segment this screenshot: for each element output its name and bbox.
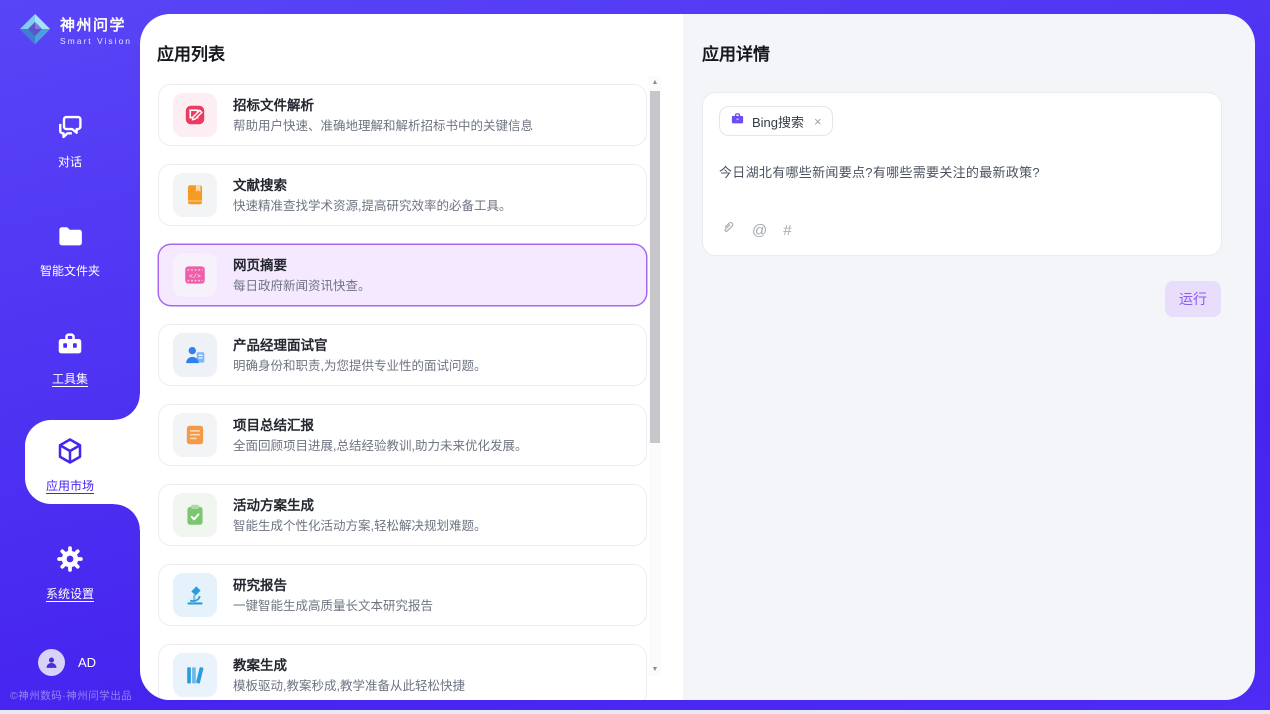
sidebar-item-app-market[interactable]: 应用市场 — [0, 436, 140, 494]
app-card-literature-search[interactable]: 文献搜索 快速精准查找学术资源,提高研究效率的必备工具。 — [158, 164, 647, 226]
app-name: 活动方案生成 — [233, 496, 486, 515]
logo-title: 神州问学 — [60, 17, 132, 34]
app-card-activity-plan[interactable]: 活动方案生成 智能生成个性化活动方案,轻松解决规划难题。 — [158, 484, 647, 546]
app-name: 网页摘要 — [233, 256, 371, 275]
avatar — [38, 649, 65, 676]
app-detail-panel: 应用详情 Bing搜索 × 今日湖北有哪些新闻要点?有哪些需要关注的最新政策? — [683, 14, 1255, 700]
browser-code-icon: </> — [173, 253, 217, 297]
app-description: 智能生成个性化活动方案,轻松解决规划难题。 — [233, 517, 486, 535]
scroll-down-icon[interactable]: ▼ — [649, 666, 661, 673]
app-description: 明确身份和职责,为您提供专业性的面试问题。 — [233, 357, 486, 375]
app-card-pm-interviewer[interactable]: 产品经理面试官 明确身份和职责,为您提供专业性的面试问题。 — [158, 324, 647, 386]
user-initials: AD — [78, 655, 96, 670]
copyright-footer: ©神州数码·神州问学出品 — [10, 688, 132, 703]
app-list: 招标文件解析 帮助用户快速、准确地理解和解析招标书中的关键信息 文献搜索 快速精… — [158, 84, 647, 700]
input-toolbar: @ # — [720, 219, 792, 242]
app-description: 每日政府新闻资讯快查。 — [233, 277, 371, 295]
briefcase-icon — [730, 111, 745, 131]
sidebar-item-label: 系统设置 — [46, 585, 94, 602]
app-card-bid-parsing[interactable]: 招标文件解析 帮助用户快速、准确地理解和解析招标书中的关键信息 — [158, 84, 647, 146]
microscope-icon — [173, 573, 217, 617]
note-icon — [173, 413, 217, 457]
folder-icon — [55, 221, 85, 256]
window-bottom-edge — [0, 710, 1270, 714]
app-description: 一键智能生成高质量长文本研究报告 — [233, 597, 433, 615]
gear-icon — [55, 544, 85, 579]
tool-tag-bing-search[interactable]: Bing搜索 × — [719, 106, 833, 136]
app-name: 文献搜索 — [233, 176, 511, 195]
logo-diamond-icon — [17, 11, 53, 52]
sidebar-item-smart-folder[interactable]: 智能文件夹 — [0, 221, 140, 279]
sidebar-item-label: 工具集 — [52, 370, 88, 387]
app-card-project-summary[interactable]: 项目总结汇报 全面回顾项目进展,总结经验教训,助力未来优化发展。 — [158, 404, 647, 466]
books-icon — [173, 653, 217, 697]
app-name: 研究报告 — [233, 576, 433, 595]
sidebar-item-label: 应用市场 — [46, 477, 94, 494]
user-account[interactable]: AD — [38, 649, 96, 676]
app-logo: 神州问学 Smart Vision — [17, 11, 132, 52]
toolbox-icon — [55, 329, 85, 364]
paperclip-icon[interactable] — [720, 219, 736, 242]
app-description: 模板驱动,教案秒成,教学准备从此轻松快捷 — [233, 677, 465, 695]
sidebar-item-label: 智能文件夹 — [40, 262, 100, 279]
sidebar-item-settings[interactable]: 系统设置 — [0, 544, 140, 602]
app-description: 快速精准查找学术资源,提高研究效率的必备工具。 — [233, 197, 511, 215]
app-list-panel: 应用列表 招标文件解析 帮助用户快速、准确地理解和解析招标书中的关键信息 — [140, 14, 683, 700]
tool-tag-label: Bing搜索 — [752, 112, 804, 131]
svg-text:</>: </> — [189, 273, 201, 280]
app-card-research-report[interactable]: 研究报告 一键智能生成高质量长文本研究报告 — [158, 564, 647, 626]
sidebar-item-toolset[interactable]: 工具集 — [0, 329, 140, 387]
close-icon[interactable]: × — [814, 115, 822, 128]
cube-icon — [55, 436, 85, 471]
bid-document-edit-icon — [173, 93, 217, 137]
app-card-lesson-plan[interactable]: 教案生成 模板驱动,教案秒成,教学准备从此轻松快捷 — [158, 644, 647, 700]
at-mention-icon[interactable]: @ — [752, 222, 767, 239]
app-name: 项目总结汇报 — [233, 416, 527, 435]
sidebar-item-label: 对话 — [58, 153, 82, 170]
prompt-card[interactable]: Bing搜索 × 今日湖北有哪些新闻要点?有哪些需要关注的最新政策? @ # — [702, 92, 1222, 256]
app-name: 招标文件解析 — [233, 96, 533, 115]
app-list-title: 应用列表 — [157, 40, 225, 65]
chat-icon — [55, 112, 85, 147]
sidebar: 神州问学 Smart Vision 对话 智能文件夹 — [0, 0, 140, 710]
app-description: 帮助用户快速、准确地理解和解析招标书中的关键信息 — [233, 117, 533, 135]
hash-tag-icon[interactable]: # — [783, 222, 791, 239]
app-name: 教案生成 — [233, 656, 465, 675]
app-description: 全面回顾项目进展,总结经验教训,助力未来优化发展。 — [233, 437, 527, 455]
sidebar-item-chat[interactable]: 对话 — [0, 112, 140, 170]
app-name: 产品经理面试官 — [233, 336, 486, 355]
app-detail-title: 应用详情 — [702, 40, 1255, 65]
scroll-up-icon[interactable]: ▲ — [649, 79, 661, 86]
clipboard-check-icon — [173, 493, 217, 537]
prompt-input[interactable]: 今日湖北有哪些新闻要点?有哪些需要关注的最新政策? — [719, 162, 1205, 181]
scrollbar-thumb[interactable] — [650, 91, 660, 443]
run-button[interactable]: 运行 — [1165, 281, 1221, 317]
book-icon — [173, 173, 217, 217]
app-card-web-summary[interactable]: </> 网页摘要 每日政府新闻资讯快查。 — [158, 244, 647, 306]
app-list-scrollbar[interactable]: ▲ ▼ — [649, 76, 661, 676]
interviewer-person-icon — [173, 333, 217, 377]
logo-subtitle: Smart Vision — [60, 36, 132, 46]
main-panel: 应用列表 招标文件解析 帮助用户快速、准确地理解和解析招标书中的关键信息 — [140, 14, 1255, 700]
